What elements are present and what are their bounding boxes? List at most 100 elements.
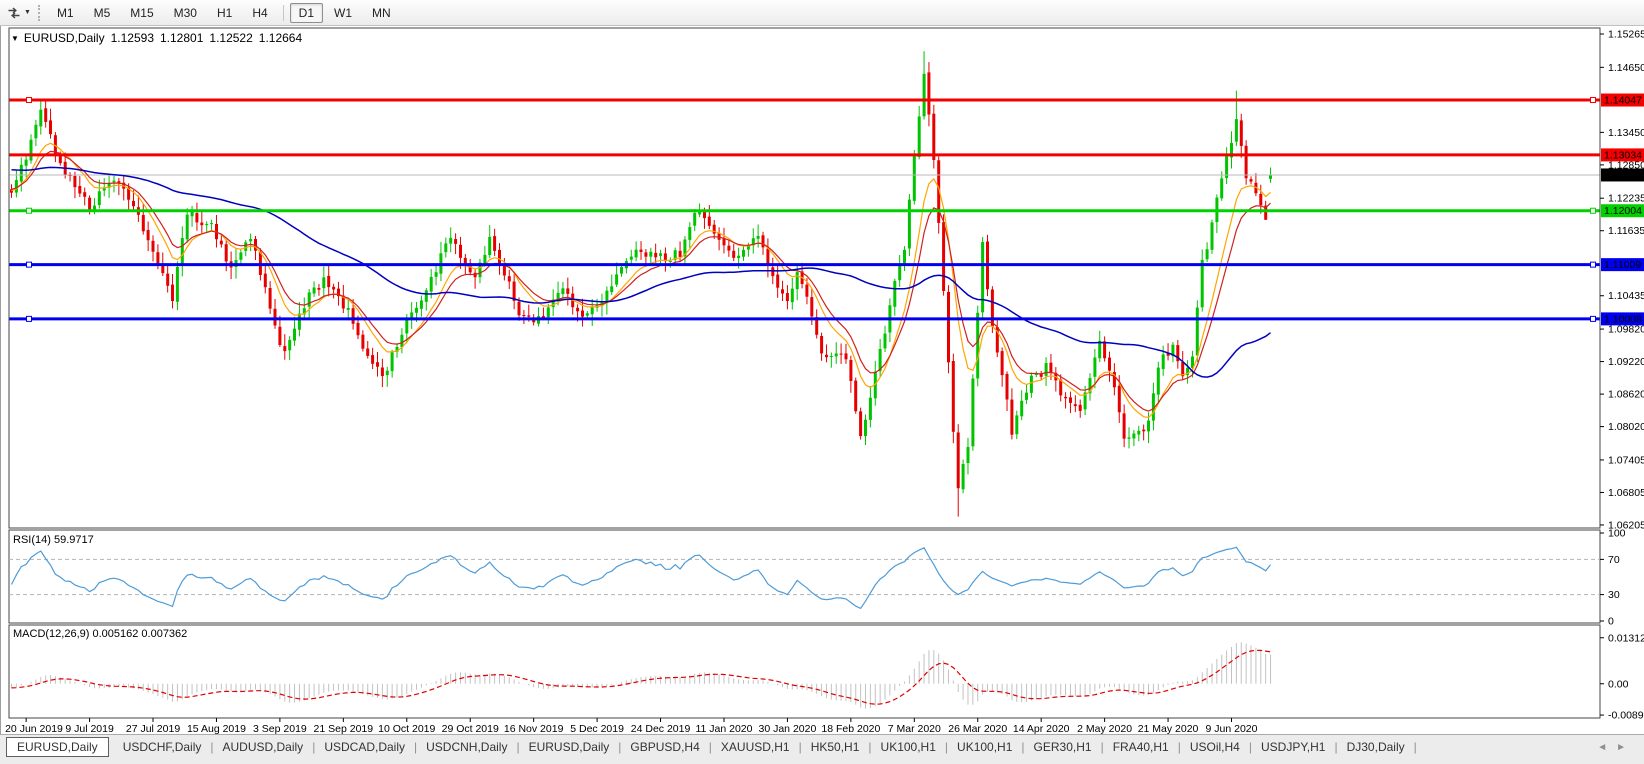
- chart-tab-bar: EURUSD,Daily USDCHF,Daily | AUDUSD,Daily | US…: [0, 734, 1644, 764]
- date-tick-label: 9 Jun 2020: [1206, 723, 1258, 734]
- chart-tab-3[interactable]: AUDUSD,Daily: [214, 737, 313, 757]
- timeframe-button-d1[interactable]: D1: [289, 2, 323, 23]
- chart-tab-7[interactable]: GBPUSD,H4: [621, 737, 708, 757]
- chart-tab-6[interactable]: EURUSD,Daily: [520, 737, 619, 757]
- chart-menu-icon[interactable]: ▼: [11, 34, 19, 43]
- date-tick-label: 24 Dec 2019: [631, 723, 691, 734]
- date-tick-label: 2 May 2020: [1077, 723, 1132, 734]
- price-tick-label: 1.13450: [1608, 127, 1644, 139]
- level-handle[interactable]: [26, 315, 32, 322]
- level-handle[interactable]: [1590, 261, 1596, 268]
- dropdown-caret-icon[interactable]: ▼: [24, 9, 31, 16]
- date-tick-label: 3 Sep 2019: [253, 723, 307, 734]
- chart-tab-12[interactable]: GER30,H1: [1025, 737, 1101, 757]
- timeframe-button-h4[interactable]: H4: [243, 3, 276, 23]
- date-tick-label: 5 Dec 2019: [570, 723, 624, 734]
- tab-scroll-buttons: ◄ ►: [1597, 737, 1638, 753]
- timeframe-button-w1[interactable]: W1: [325, 3, 361, 23]
- macd-tick-label: 0.013121: [1608, 632, 1644, 644]
- chart-tab-4[interactable]: USDCAD,Daily: [315, 737, 414, 757]
- price-tick-label: 1.08620: [1608, 389, 1644, 401]
- macd-pane: 0.013121 0.00 -0.008933: [11, 632, 1644, 722]
- tab-scroll-right-icon[interactable]: ►: [1616, 742, 1626, 753]
- rsi-tick-label: 70: [1608, 554, 1620, 566]
- date-tick-label: 18 Feb 2020: [821, 723, 880, 734]
- svg-text:1.10008: 1.10008: [1604, 313, 1642, 325]
- price-tick-label: 1.12235: [1608, 193, 1644, 205]
- chart-area[interactable]: 1.15265 1.14650 1.13450 1.12850 1.12235 1.116…: [0, 26, 1644, 734]
- date-tick-label: 16 Nov 2019: [504, 723, 564, 734]
- chart-tab-16[interactable]: DJ30,Daily: [1338, 737, 1414, 757]
- rsi-label: RSI(14) 59.9717: [13, 534, 94, 546]
- chart-tab-5[interactable]: USDCNH,Daily: [417, 737, 516, 757]
- price-axis[interactable]: 1.152651.146501.134501.128501.122351.116…: [1600, 29, 1644, 532]
- tab-separator: |: [1413, 740, 1417, 754]
- panel-border: [8, 624, 1601, 719]
- chart-tab-9[interactable]: HK50,H1: [802, 737, 869, 757]
- chart-tab-2[interactable]: USDCHF,Daily: [114, 737, 211, 757]
- price-tick-label: 1.14650: [1608, 62, 1644, 74]
- toolbar: ▼ M1 M5 M15 M30 H1 H4 D1 W1 MN: [0, 0, 1644, 26]
- price-tick-label: 1.15265: [1608, 29, 1644, 41]
- svg-text:1.12664: 1.12664: [1604, 169, 1642, 181]
- date-tick-label: 26 Mar 2020: [948, 723, 1007, 734]
- date-tick-label: 21 Sep 2019: [314, 723, 374, 734]
- timeframe-button-m15[interactable]: M15: [121, 3, 162, 23]
- chart-tab-15[interactable]: USDJPY,H1: [1252, 737, 1334, 757]
- timeframe-button-m30[interactable]: M30: [165, 3, 206, 23]
- ohlc-low: 1.12522: [209, 31, 253, 45]
- macd-tick-label: -0.008933: [1608, 710, 1644, 722]
- ma-slow-line[interactable]: [11, 166, 1271, 378]
- tab-scroll-left-icon[interactable]: ◄: [1597, 742, 1607, 753]
- timeframe-button-m5[interactable]: M5: [85, 3, 120, 23]
- rsi-tick-label: 0: [1608, 616, 1614, 628]
- level-handle[interactable]: [26, 207, 32, 214]
- svg-text:1.13034: 1.13034: [1604, 149, 1642, 161]
- date-tick-label: 30 Jan 2020: [759, 723, 817, 734]
- date-tick-label: 11 Jan 2020: [695, 723, 752, 734]
- chart-tab-1[interactable]: EURUSD,Daily: [6, 737, 109, 757]
- chart-tab-13[interactable]: FRA40,H1: [1104, 737, 1178, 757]
- macd-label: MACD(12,26,9) 0.005162 0.007362: [13, 628, 188, 640]
- price-chart-canvas[interactable]: 1.152651.146501.134501.128501.122351.116…: [1, 26, 1644, 734]
- date-tick-label: 15 Aug 2019: [187, 723, 246, 734]
- date-tick-label: 27 Jul 2019: [126, 723, 180, 734]
- level-handle[interactable]: [1590, 207, 1596, 214]
- svg-text:1.11009: 1.11009: [1604, 259, 1641, 271]
- price-tick-label: 1.08020: [1608, 421, 1644, 433]
- rsi-line: [10, 546, 1271, 610]
- macd-tick-label: 0.00: [1608, 678, 1629, 690]
- chart-period-icon[interactable]: [4, 3, 24, 23]
- price-tick-label: 1.10435: [1608, 290, 1644, 302]
- date-tick-label: 21 May 2020: [1138, 723, 1199, 734]
- level-handle[interactable]: [1590, 315, 1596, 322]
- level-handle[interactable]: [1590, 97, 1596, 104]
- date-tick-label: 7 Mar 2020: [888, 723, 941, 734]
- ma-mid-line[interactable]: [11, 150, 1271, 412]
- price-tick-label: 1.11635: [1608, 225, 1644, 237]
- ma-fast-line[interactable]: [11, 142, 1271, 419]
- chart-tab-14[interactable]: USOil,H4: [1181, 737, 1249, 757]
- chart-tab-8[interactable]: XAUUSD,H1: [712, 737, 799, 757]
- chart-tab-10[interactable]: UK100,H1: [872, 737, 945, 757]
- horizontal-levels[interactable]: [9, 97, 1600, 322]
- timeframe-button-h1[interactable]: H1: [208, 3, 241, 23]
- date-tick-label: 10 Oct 2019: [378, 723, 435, 734]
- chart-tab-11[interactable]: UK100,H1: [948, 737, 1021, 757]
- level-handle[interactable]: [26, 261, 32, 268]
- ohlc-open: 1.12593: [110, 31, 154, 45]
- date-tick-label: 14 Apr 2020: [1013, 723, 1070, 734]
- level-handle[interactable]: [26, 97, 32, 104]
- chart-symbol-label: EURUSD,Daily: [23, 31, 105, 45]
- date-axis[interactable]: 20 Jun 2019 9 Jul 2019 27 Jul 2019 15 Aug 2…: [5, 718, 1258, 734]
- svg-text:1.12004: 1.12004: [1604, 205, 1642, 217]
- price-tick-label: 1.07405: [1608, 454, 1644, 466]
- panel-border: [8, 529, 1601, 624]
- timeframe-buttons: M1 M5 M15 M30 H1 H4 D1 W1 MN: [47, 2, 401, 23]
- chart-title: ▼ EURUSD,Daily 1.12593 1.12801 1.12522 1.1266…: [11, 31, 302, 45]
- rsi-tick-label: 30: [1608, 589, 1620, 601]
- timeframe-button-mn[interactable]: MN: [363, 3, 400, 23]
- date-tick-label: 20 Jun 2019: [5, 723, 63, 734]
- toolbar-grip-handle[interactable]: [37, 4, 40, 21]
- timeframe-button-m1[interactable]: M1: [48, 3, 83, 23]
